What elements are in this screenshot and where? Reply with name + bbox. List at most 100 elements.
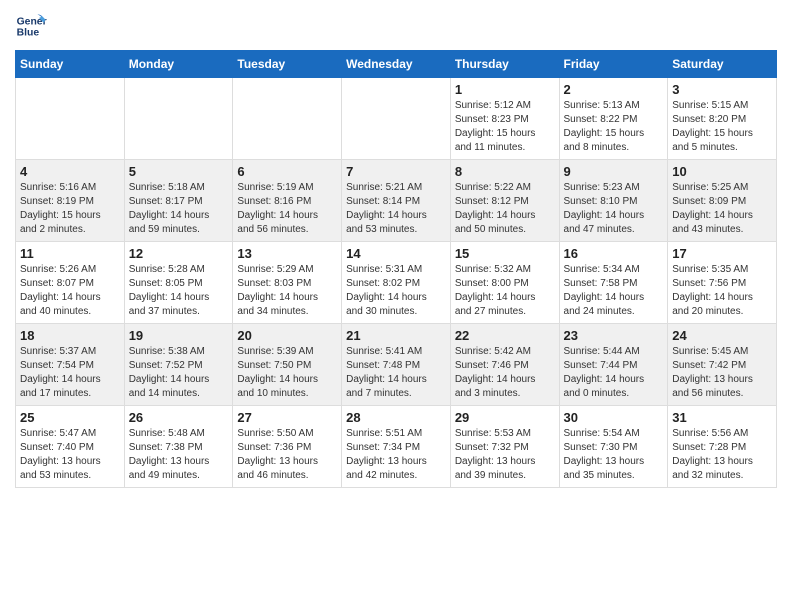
logo-icon: General Blue	[15, 10, 47, 42]
day-cell: 6 Sunrise: 5:19 AM Sunset: 8:16 PM Daylig…	[233, 160, 342, 242]
day-cell: 14 Sunrise: 5:31 AM Sunset: 8:02 PM Dayli…	[342, 242, 451, 324]
day-info: Sunrise: 5:18 AM Sunset: 8:17 PM Dayligh…	[129, 181, 229, 237]
day-cell: 5 Sunrise: 5:18 AM Sunset: 8:17 PM Daylig…	[124, 160, 233, 242]
day-info: Sunrise: 5:13 AM Sunset: 8:22 PM Dayligh…	[564, 99, 664, 155]
day-number: 7	[346, 164, 446, 179]
day-cell: 28Sunrise: 5:51 AM Sunset: 7:34 PM Dayli…	[342, 406, 451, 488]
day-number: 28	[346, 410, 446, 425]
day-info: Sunrise: 5:32 AM Sunset: 8:00 PM Dayligh…	[455, 263, 555, 319]
day-number: 6	[237, 164, 337, 179]
day-number: 19	[129, 328, 229, 343]
day-cell: 31 Sunrise: 5:56 AM Sunset: 7:28 PM Dayli…	[668, 406, 777, 488]
header-cell-monday: Monday	[124, 51, 233, 78]
day-number: 25	[20, 410, 120, 425]
header-cell-saturday: Saturday	[668, 51, 777, 78]
week-row-3: 18Sunrise: 5:37 AM Sunset: 7:54 PM Dayli…	[16, 324, 777, 406]
day-number: 30	[564, 410, 664, 425]
header-cell-thursday: Thursday	[450, 51, 559, 78]
day-number: 11	[20, 246, 120, 261]
day-cell	[233, 78, 342, 160]
day-cell: 19 Sunrise: 5:38 AM Sunset: 7:52 PM Dayli…	[124, 324, 233, 406]
day-cell	[342, 78, 451, 160]
day-info: Sunrise: 5:50 AM Sunset: 7:36 PM Dayligh…	[237, 427, 337, 483]
day-info: Sunrise: 5:45 AM Sunset: 7:42 PM Dayligh…	[672, 345, 772, 401]
day-info: Sunrise: 5:42 AM Sunset: 7:46 PM Dayligh…	[455, 345, 555, 401]
day-cell: 9 Sunrise: 5:23 AM Sunset: 8:10 PM Daylig…	[559, 160, 668, 242]
day-cell: 23Sunrise: 5:44 AM Sunset: 7:44 PM Dayli…	[559, 324, 668, 406]
day-number: 1	[455, 82, 555, 97]
header: General Blue	[15, 10, 777, 42]
day-number: 15	[455, 246, 555, 261]
day-number: 17	[672, 246, 772, 261]
day-info: Sunrise: 5:23 AM Sunset: 8:10 PM Dayligh…	[564, 181, 664, 237]
header-cell-sunday: Sunday	[16, 51, 125, 78]
day-info: Sunrise: 5:26 AM Sunset: 8:07 PM Dayligh…	[20, 263, 120, 319]
day-cell: 26 Sunrise: 5:48 AM Sunset: 7:38 PM Dayli…	[124, 406, 233, 488]
day-cell: 30Sunrise: 5:54 AM Sunset: 7:30 PM Dayli…	[559, 406, 668, 488]
day-info: Sunrise: 5:41 AM Sunset: 7:48 PM Dayligh…	[346, 345, 446, 401]
day-info: Sunrise: 5:56 AM Sunset: 7:28 PM Dayligh…	[672, 427, 772, 483]
day-cell	[16, 78, 125, 160]
day-number: 20	[237, 328, 337, 343]
day-info: Sunrise: 5:12 AM Sunset: 8:23 PM Dayligh…	[455, 99, 555, 155]
day-cell: 21 Sunrise: 5:41 AM Sunset: 7:48 PM Dayli…	[342, 324, 451, 406]
day-info: Sunrise: 5:53 AM Sunset: 7:32 PM Dayligh…	[455, 427, 555, 483]
day-info: Sunrise: 5:34 AM Sunset: 7:58 PM Dayligh…	[564, 263, 664, 319]
day-info: Sunrise: 5:21 AM Sunset: 8:14 PM Dayligh…	[346, 181, 446, 237]
day-info: Sunrise: 5:31 AM Sunset: 8:02 PM Dayligh…	[346, 263, 446, 319]
day-cell: 24 Sunrise: 5:45 AM Sunset: 7:42 PM Dayli…	[668, 324, 777, 406]
day-number: 21	[346, 328, 446, 343]
day-number: 2	[564, 82, 664, 97]
day-cell: 11 Sunrise: 5:26 AM Sunset: 8:07 PM Dayli…	[16, 242, 125, 324]
day-number: 5	[129, 164, 229, 179]
week-row-1: 4 Sunrise: 5:16 AM Sunset: 8:19 PM Daylig…	[16, 160, 777, 242]
day-info: Sunrise: 5:38 AM Sunset: 7:52 PM Dayligh…	[129, 345, 229, 401]
day-cell: 15 Sunrise: 5:32 AM Sunset: 8:00 PM Dayli…	[450, 242, 559, 324]
day-cell: 3 Sunrise: 5:15 AM Sunset: 8:20 PM Daylig…	[668, 78, 777, 160]
day-cell: 7 Sunrise: 5:21 AM Sunset: 8:14 PM Daylig…	[342, 160, 451, 242]
day-cell: 2 Sunrise: 5:13 AM Sunset: 8:22 PM Daylig…	[559, 78, 668, 160]
day-cell: 1 Sunrise: 5:12 AM Sunset: 8:23 PM Daylig…	[450, 78, 559, 160]
day-number: 12	[129, 246, 229, 261]
day-number: 10	[672, 164, 772, 179]
day-number: 24	[672, 328, 772, 343]
day-info: Sunrise: 5:28 AM Sunset: 8:05 PM Dayligh…	[129, 263, 229, 319]
day-number: 4	[20, 164, 120, 179]
week-row-4: 25Sunrise: 5:47 AM Sunset: 7:40 PM Dayli…	[16, 406, 777, 488]
header-cell-friday: Friday	[559, 51, 668, 78]
day-info: Sunrise: 5:29 AM Sunset: 8:03 PM Dayligh…	[237, 263, 337, 319]
day-number: 26	[129, 410, 229, 425]
day-info: Sunrise: 5:15 AM Sunset: 8:20 PM Dayligh…	[672, 99, 772, 155]
day-number: 3	[672, 82, 772, 97]
day-cell	[124, 78, 233, 160]
day-cell: 18Sunrise: 5:37 AM Sunset: 7:54 PM Dayli…	[16, 324, 125, 406]
day-info: Sunrise: 5:25 AM Sunset: 8:09 PM Dayligh…	[672, 181, 772, 237]
day-info: Sunrise: 5:19 AM Sunset: 8:16 PM Dayligh…	[237, 181, 337, 237]
day-cell: 12 Sunrise: 5:28 AM Sunset: 8:05 PM Dayli…	[124, 242, 233, 324]
day-info: Sunrise: 5:22 AM Sunset: 8:12 PM Dayligh…	[455, 181, 555, 237]
day-cell: 10 Sunrise: 5:25 AM Sunset: 8:09 PM Dayli…	[668, 160, 777, 242]
day-number: 9	[564, 164, 664, 179]
day-cell: 20Sunrise: 5:39 AM Sunset: 7:50 PM Dayli…	[233, 324, 342, 406]
day-cell: 22Sunrise: 5:42 AM Sunset: 7:46 PM Dayli…	[450, 324, 559, 406]
day-info: Sunrise: 5:48 AM Sunset: 7:38 PM Dayligh…	[129, 427, 229, 483]
day-number: 18	[20, 328, 120, 343]
day-number: 27	[237, 410, 337, 425]
header-cell-tuesday: Tuesday	[233, 51, 342, 78]
day-number: 16	[564, 246, 664, 261]
day-number: 31	[672, 410, 772, 425]
day-cell: 25Sunrise: 5:47 AM Sunset: 7:40 PM Dayli…	[16, 406, 125, 488]
day-info: Sunrise: 5:35 AM Sunset: 7:56 PM Dayligh…	[672, 263, 772, 319]
day-number: 23	[564, 328, 664, 343]
day-number: 14	[346, 246, 446, 261]
day-number: 13	[237, 246, 337, 261]
day-info: Sunrise: 5:16 AM Sunset: 8:19 PM Dayligh…	[20, 181, 120, 237]
calendar-header-row: SundayMondayTuesdayWednesdayThursdayFrid…	[16, 51, 777, 78]
svg-text:Blue: Blue	[17, 28, 40, 39]
day-cell: 29 Sunrise: 5:53 AM Sunset: 7:32 PM Dayli…	[450, 406, 559, 488]
day-number: 29	[455, 410, 555, 425]
day-cell: 13 Sunrise: 5:29 AM Sunset: 8:03 PM Dayli…	[233, 242, 342, 324]
day-cell: 16 Sunrise: 5:34 AM Sunset: 7:58 PM Dayli…	[559, 242, 668, 324]
day-number: 8	[455, 164, 555, 179]
day-cell: 27 Sunrise: 5:50 AM Sunset: 7:36 PM Dayli…	[233, 406, 342, 488]
